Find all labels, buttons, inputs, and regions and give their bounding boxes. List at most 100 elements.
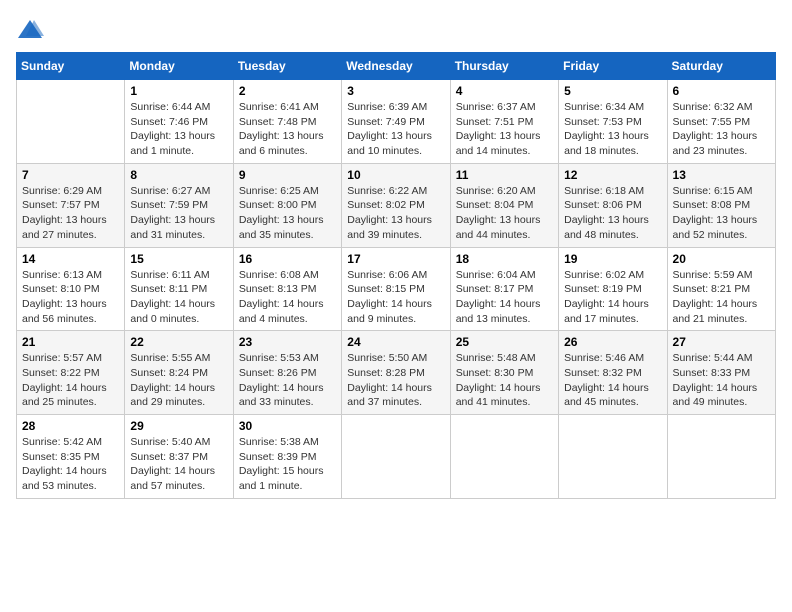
day-number: 16 <box>239 252 336 266</box>
day-number: 14 <box>22 252 119 266</box>
day-info: Sunrise: 5:44 AM Sunset: 8:33 PM Dayligh… <box>673 351 770 410</box>
day-info: Sunrise: 5:59 AM Sunset: 8:21 PM Dayligh… <box>673 268 770 327</box>
calendar-cell: 30 Sunrise: 5:38 AM Sunset: 8:39 PM Dayli… <box>233 415 341 499</box>
calendar-cell: 1 Sunrise: 6:44 AM Sunset: 7:46 PM Daylig… <box>125 80 233 164</box>
calendar-cell: 14 Sunrise: 6:13 AM Sunset: 8:10 PM Dayli… <box>17 247 125 331</box>
calendar-cell: 8 Sunrise: 6:27 AM Sunset: 7:59 PM Daylig… <box>125 163 233 247</box>
day-info: Sunrise: 6:41 AM Sunset: 7:48 PM Dayligh… <box>239 100 336 159</box>
day-number: 26 <box>564 335 661 349</box>
day-number: 2 <box>239 84 336 98</box>
day-info: Sunrise: 6:11 AM Sunset: 8:11 PM Dayligh… <box>130 268 227 327</box>
calendar-cell: 28 Sunrise: 5:42 AM Sunset: 8:35 PM Dayli… <box>17 415 125 499</box>
day-info: Sunrise: 6:32 AM Sunset: 7:55 PM Dayligh… <box>673 100 770 159</box>
calendar-cell: 3 Sunrise: 6:39 AM Sunset: 7:49 PM Daylig… <box>342 80 450 164</box>
day-number: 21 <box>22 335 119 349</box>
weekday-header: Sunday <box>17 53 125 80</box>
day-info: Sunrise: 6:20 AM Sunset: 8:04 PM Dayligh… <box>456 184 553 243</box>
day-number: 19 <box>564 252 661 266</box>
day-number: 6 <box>673 84 770 98</box>
day-info: Sunrise: 5:40 AM Sunset: 8:37 PM Dayligh… <box>130 435 227 494</box>
calendar-cell: 6 Sunrise: 6:32 AM Sunset: 7:55 PM Daylig… <box>667 80 775 164</box>
calendar-cell <box>17 80 125 164</box>
day-number: 24 <box>347 335 444 349</box>
day-number: 15 <box>130 252 227 266</box>
day-number: 18 <box>456 252 553 266</box>
day-number: 22 <box>130 335 227 349</box>
day-number: 5 <box>564 84 661 98</box>
calendar-cell: 7Sunrise: 6:29 AM Sunset: 7:57 PM Daylig… <box>17 163 125 247</box>
day-info: Sunrise: 5:50 AM Sunset: 8:28 PM Dayligh… <box>347 351 444 410</box>
calendar-cell: 2 Sunrise: 6:41 AM Sunset: 7:48 PM Daylig… <box>233 80 341 164</box>
day-number: 8 <box>130 168 227 182</box>
logo <box>16 16 48 44</box>
day-info: Sunrise: 6:27 AM Sunset: 7:59 PM Dayligh… <box>130 184 227 243</box>
day-info: Sunrise: 6:39 AM Sunset: 7:49 PM Dayligh… <box>347 100 444 159</box>
day-number: 9 <box>239 168 336 182</box>
day-info: Sunrise: 5:42 AM Sunset: 8:35 PM Dayligh… <box>22 435 119 494</box>
page-header <box>16 16 776 44</box>
calendar-cell: 13 Sunrise: 6:15 AM Sunset: 8:08 PM Dayli… <box>667 163 775 247</box>
calendar-cell: 18 Sunrise: 6:04 AM Sunset: 8:17 PM Dayli… <box>450 247 558 331</box>
day-info: Sunrise: 6:08 AM Sunset: 8:13 PM Dayligh… <box>239 268 336 327</box>
day-number: 25 <box>456 335 553 349</box>
day-info: Sunrise: 5:38 AM Sunset: 8:39 PM Dayligh… <box>239 435 336 494</box>
calendar-cell: 24 Sunrise: 5:50 AM Sunset: 8:28 PM Dayli… <box>342 331 450 415</box>
day-number: 20 <box>673 252 770 266</box>
day-info: Sunrise: 6:22 AM Sunset: 8:02 PM Dayligh… <box>347 184 444 243</box>
day-number: 30 <box>239 419 336 433</box>
calendar-cell: 21 Sunrise: 5:57 AM Sunset: 8:22 PM Dayli… <box>17 331 125 415</box>
day-info: Sunrise: 6:25 AM Sunset: 8:00 PM Dayligh… <box>239 184 336 243</box>
calendar-cell: 4 Sunrise: 6:37 AM Sunset: 7:51 PM Daylig… <box>450 80 558 164</box>
calendar-cell: 17Sunrise: 6:06 AM Sunset: 8:15 PM Dayli… <box>342 247 450 331</box>
day-number: 12 <box>564 168 661 182</box>
day-info: Sunrise: 6:04 AM Sunset: 8:17 PM Dayligh… <box>456 268 553 327</box>
day-info: Sunrise: 6:02 AM Sunset: 8:19 PM Dayligh… <box>564 268 661 327</box>
day-number: 23 <box>239 335 336 349</box>
day-info: Sunrise: 5:55 AM Sunset: 8:24 PM Dayligh… <box>130 351 227 410</box>
day-info: Sunrise: 5:46 AM Sunset: 8:32 PM Dayligh… <box>564 351 661 410</box>
calendar-cell: 25 Sunrise: 5:48 AM Sunset: 8:30 PM Dayli… <box>450 331 558 415</box>
day-info: Sunrise: 6:37 AM Sunset: 7:51 PM Dayligh… <box>456 100 553 159</box>
weekday-header: Tuesday <box>233 53 341 80</box>
calendar-header: SundayMondayTuesdayWednesdayThursdayFrid… <box>17 53 776 80</box>
calendar-cell <box>667 415 775 499</box>
calendar-cell: 23 Sunrise: 5:53 AM Sunset: 8:26 PM Dayli… <box>233 331 341 415</box>
calendar-cell <box>450 415 558 499</box>
day-info: Sunrise: 5:57 AM Sunset: 8:22 PM Dayligh… <box>22 351 119 410</box>
day-info: Sunrise: 5:48 AM Sunset: 8:30 PM Dayligh… <box>456 351 553 410</box>
day-number: 3 <box>347 84 444 98</box>
calendar-cell: 19 Sunrise: 6:02 AM Sunset: 8:19 PM Dayli… <box>559 247 667 331</box>
day-number: 11 <box>456 168 553 182</box>
day-number: 29 <box>130 419 227 433</box>
day-number: 28 <box>22 419 119 433</box>
calendar-cell: 10 Sunrise: 6:22 AM Sunset: 8:02 PM Dayli… <box>342 163 450 247</box>
weekday-header: Thursday <box>450 53 558 80</box>
day-info: Sunrise: 5:53 AM Sunset: 8:26 PM Dayligh… <box>239 351 336 410</box>
day-number: 10 <box>347 168 444 182</box>
day-number: 1 <box>130 84 227 98</box>
day-info: Sunrise: 6:34 AM Sunset: 7:53 PM Dayligh… <box>564 100 661 159</box>
calendar-cell: 15 Sunrise: 6:11 AM Sunset: 8:11 PM Dayli… <box>125 247 233 331</box>
day-number: 13 <box>673 168 770 182</box>
calendar-cell: 9 Sunrise: 6:25 AM Sunset: 8:00 PM Daylig… <box>233 163 341 247</box>
day-number: 7 <box>22 168 119 182</box>
day-number: 27 <box>673 335 770 349</box>
calendar-cell <box>559 415 667 499</box>
calendar-cell: 16 Sunrise: 6:08 AM Sunset: 8:13 PM Dayli… <box>233 247 341 331</box>
calendar-cell: 20 Sunrise: 5:59 AM Sunset: 8:21 PM Dayli… <box>667 247 775 331</box>
day-info: Sunrise: 6:13 AM Sunset: 8:10 PM Dayligh… <box>22 268 119 327</box>
calendar-cell <box>342 415 450 499</box>
weekday-header: Saturday <box>667 53 775 80</box>
day-info: Sunrise: 6:44 AM Sunset: 7:46 PM Dayligh… <box>130 100 227 159</box>
calendar-cell: 5 Sunrise: 6:34 AM Sunset: 7:53 PM Daylig… <box>559 80 667 164</box>
weekday-header: Friday <box>559 53 667 80</box>
day-info: Sunrise: 6:15 AM Sunset: 8:08 PM Dayligh… <box>673 184 770 243</box>
calendar-cell: 22 Sunrise: 5:55 AM Sunset: 8:24 PM Dayli… <box>125 331 233 415</box>
day-info: Sunrise: 6:06 AM Sunset: 8:15 PM Dayligh… <box>347 268 444 327</box>
calendar-cell: 26 Sunrise: 5:46 AM Sunset: 8:32 PM Dayli… <box>559 331 667 415</box>
day-number: 4 <box>456 84 553 98</box>
weekday-header: Wednesday <box>342 53 450 80</box>
calendar-cell: 11 Sunrise: 6:20 AM Sunset: 8:04 PM Dayli… <box>450 163 558 247</box>
calendar-cell: 29 Sunrise: 5:40 AM Sunset: 8:37 PM Dayli… <box>125 415 233 499</box>
weekday-header: Monday <box>125 53 233 80</box>
